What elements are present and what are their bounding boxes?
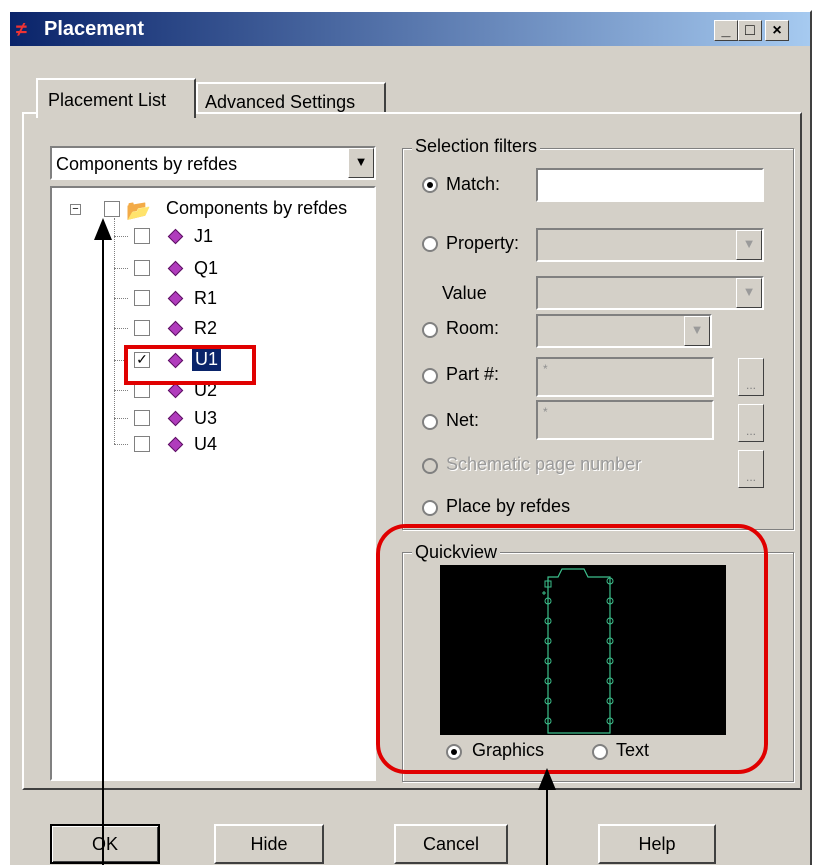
property-radio[interactable] (422, 236, 438, 252)
tree-item-label: R2 (194, 318, 218, 338)
chevron-down-icon[interactable]: ▼ (736, 230, 762, 260)
close-button[interactable]: × (765, 20, 789, 41)
tab-advanced-settings[interactable]: Advanced Settings (196, 82, 386, 114)
component-icon (167, 320, 184, 337)
folder-icon: 📂 (126, 200, 151, 222)
room-label: Room: (446, 318, 500, 338)
schematic-browse-button[interactable]: ... (738, 450, 764, 488)
tree-item-label: U4 (194, 434, 218, 454)
tree-item-label: U3 (194, 408, 218, 428)
tree-item-checkbox[interactable] (134, 290, 150, 306)
tab-placement-list[interactable]: Placement List (36, 78, 196, 118)
ok-button[interactable]: OK (50, 824, 160, 864)
component-tree[interactable]: − 📂 Components by refdes J1 Q1 R1 R2 ✓ U… (50, 186, 376, 781)
component-icon (167, 410, 184, 427)
place-by-refdes-label: Place by refdes (446, 496, 571, 516)
title-bar: ≠ Placement _ □ × (10, 12, 810, 46)
tab-placement-list-label: Placement List (48, 90, 167, 110)
u1-highlight-box (124, 345, 256, 385)
component-filter-dropdown[interactable]: Components by refdes ▼ (50, 146, 376, 180)
quickview-highlight-box (376, 524, 768, 774)
room-dropdown[interactable]: ▼ (536, 314, 712, 348)
net-value: * (543, 405, 548, 419)
component-icon (167, 436, 184, 453)
tab-advanced-settings-label: Advanced Settings (205, 92, 356, 112)
placement-dialog: ≠ Placement _ □ × Placement List Advance… (8, 10, 812, 865)
tree-item-checkbox[interactable] (134, 320, 150, 336)
tree-item-checkbox[interactable] (134, 410, 150, 426)
selection-filters-label: Selection filters (412, 136, 541, 157)
property-dropdown[interactable]: ▼ (536, 228, 764, 262)
room-radio[interactable] (422, 322, 438, 338)
tree-item-label: Q1 (194, 258, 219, 278)
tree-item-label: R1 (194, 288, 218, 308)
root-checkbox[interactable] (104, 201, 120, 217)
net-label: Net: (446, 410, 480, 430)
part-number-radio[interactable] (422, 368, 438, 384)
window-title: Placement (44, 18, 145, 40)
collapse-icon[interactable]: − (70, 204, 81, 215)
component-icon (167, 382, 184, 399)
schematic-page-label: Schematic page number (446, 454, 642, 474)
up-arrow-annotation (538, 768, 556, 790)
chevron-down-icon[interactable]: ▼ (348, 148, 374, 178)
tree-item-label: J1 (194, 226, 214, 246)
hide-button[interactable]: Hide (214, 824, 324, 864)
net-browse-button[interactable]: ... (738, 404, 764, 442)
match-input[interactable] (536, 168, 764, 202)
value-label: Value (442, 283, 487, 303)
arrow-line (546, 788, 548, 865)
chevron-down-icon[interactable]: ▼ (736, 278, 762, 308)
help-button[interactable]: Help (598, 824, 716, 864)
cancel-button[interactable]: Cancel (394, 824, 508, 864)
component-filter-value: Components by refdes (56, 154, 238, 174)
value-dropdown[interactable]: ▼ (536, 276, 764, 310)
minimize-button[interactable]: _ (714, 20, 738, 41)
part-number-value: * (543, 362, 548, 376)
place-by-refdes-radio[interactable] (422, 500, 438, 516)
component-icon (167, 260, 184, 277)
tree-root-label: Components by refdes (166, 198, 348, 218)
up-arrow-annotation (94, 218, 112, 240)
match-label: Match: (446, 174, 501, 194)
net-radio[interactable] (422, 414, 438, 430)
part-number-label: Part #: (446, 364, 500, 384)
tree-connector (114, 218, 115, 444)
component-icon (167, 290, 184, 307)
property-label: Property: (446, 233, 520, 253)
tree-item-checkbox[interactable] (134, 436, 150, 452)
part-number-input[interactable]: * (536, 357, 714, 397)
arrow-line (102, 238, 104, 865)
tree-item-checkbox[interactable] (134, 228, 150, 244)
net-input[interactable]: * (536, 400, 714, 440)
app-icon: ≠ (16, 19, 27, 41)
match-radio[interactable] (422, 177, 438, 193)
part-number-browse-button[interactable]: ... (738, 358, 764, 396)
tree-item-checkbox[interactable] (134, 260, 150, 276)
chevron-down-icon[interactable]: ▼ (684, 316, 710, 346)
component-icon (167, 228, 184, 245)
maximize-button[interactable]: □ (738, 20, 762, 41)
schematic-page-radio[interactable] (422, 458, 438, 474)
